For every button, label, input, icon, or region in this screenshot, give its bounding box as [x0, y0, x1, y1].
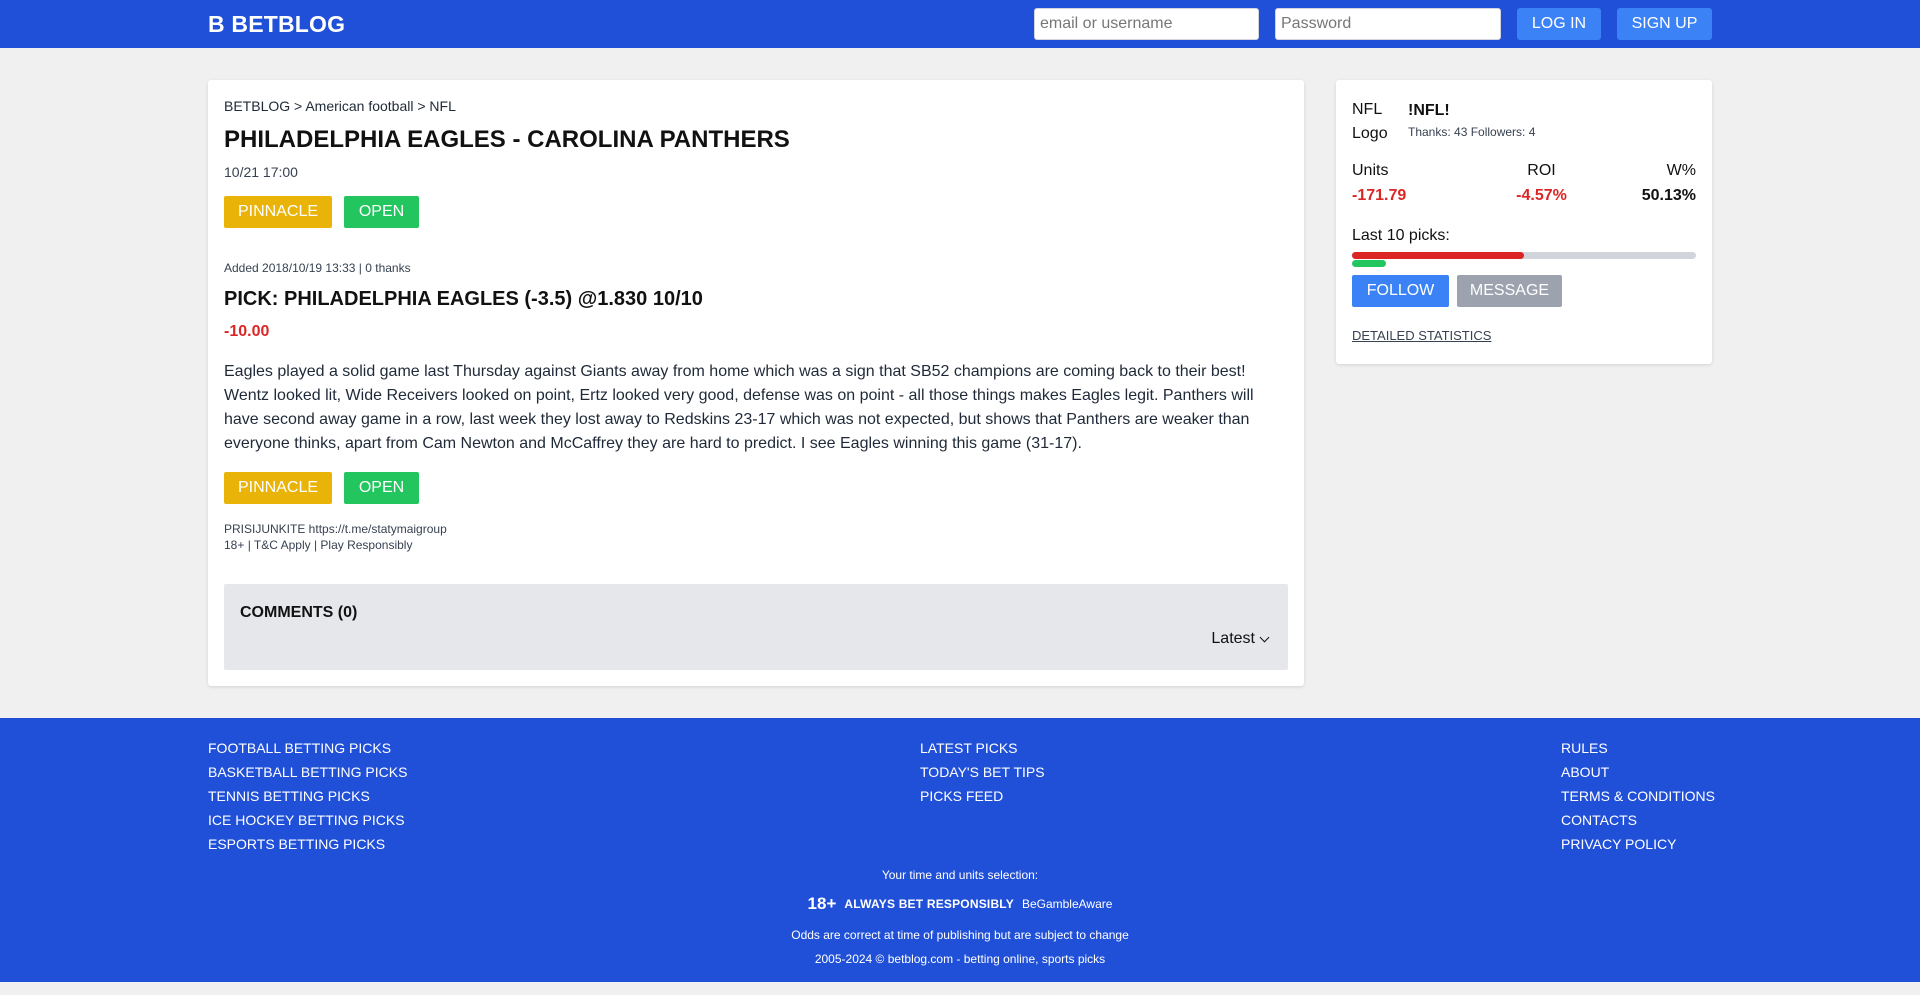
responsible-gambling-row: 18+ ALWAYS BET RESPONSIBLY BeGambleAware	[0, 894, 1920, 914]
footer-link[interactable]: TERMS & CONDITIONS	[1561, 784, 1715, 808]
footer-sports-links: FOOTBALL BETTING PICKS BASKETBALL BETTIN…	[208, 736, 407, 856]
footer-link[interactable]: TODAY'S BET TIPS	[920, 760, 1045, 784]
units-value: -171.79	[1352, 187, 1407, 204]
roi-label: ROI	[1527, 162, 1556, 179]
comments-section: COMMENTS (0) Latest	[224, 584, 1288, 670]
tipster-card: NFL Logo !NFL! Thanks: 43 Followers: 4 U…	[1336, 80, 1712, 364]
tipster-logo: NFL Logo	[1352, 101, 1388, 142]
promo-disclaimer: 18+ | T&C Apply | Play Responsibly	[224, 538, 413, 552]
footer-link[interactable]: FOOTBALL BETTING PICKS	[208, 736, 407, 760]
always-bet-responsibly: ALWAYS BET RESPONSIBLY	[844, 897, 1014, 911]
promo-text: PRISIJUNKITE https://t.me/statymaigroup …	[224, 521, 447, 553]
win-percent-value: 50.13%	[1641, 187, 1696, 204]
promo-line: PRISIJUNKITE https://t.me/statymaigroup	[224, 522, 447, 536]
footer-link[interactable]: BASKETBALL BETTING PICKS	[208, 760, 407, 784]
footer-info-links: RULES ABOUT TERMS & CONDITIONS CONTACTS …	[1561, 736, 1715, 856]
top-navbar: B BETBLOG LOG IN SIGN UP	[0, 0, 1920, 48]
footer-picks-links: LATEST PICKS TODAY'S BET TIPS PICKS FEED	[920, 736, 1045, 808]
age-badge: 18+	[807, 894, 837, 913]
username-input[interactable]	[1034, 8, 1259, 40]
site-logo[interactable]: B BETBLOG	[208, 11, 345, 38]
match-datetime: 10/21 17:00	[224, 164, 298, 180]
begambleaware-logo[interactable]: BeGambleAware	[1022, 897, 1113, 911]
pinnacle-button[interactable]: PINNACLE	[224, 196, 332, 228]
open-button-bottom[interactable]: OPEN	[344, 472, 419, 504]
units-label: Units	[1352, 162, 1389, 179]
pinnacle-button-bottom[interactable]: PINNACLE	[224, 472, 332, 504]
page-bottom-strip	[0, 982, 1920, 995]
sort-label: Latest	[1211, 630, 1255, 647]
last-picks-label: Last 10 picks:	[1352, 227, 1450, 244]
password-input[interactable]	[1275, 8, 1501, 40]
odds-note: Odds are correct at time of publishing b…	[791, 928, 1129, 942]
match-title: PHILADELPHIA EAGLES - CAROLINA PANTHERS	[224, 126, 790, 153]
chevron-down-icon	[1259, 632, 1270, 642]
follow-button[interactable]: FOLLOW	[1352, 275, 1449, 307]
footer-link[interactable]: ICE HOCKEY BETTING PICKS	[208, 808, 407, 832]
last-picks-loss-bar	[1352, 252, 1524, 259]
pick-card: BETBLOG > American football > NFL PHILAD…	[208, 80, 1304, 686]
footer-link[interactable]: ABOUT	[1561, 760, 1715, 784]
tipster-name[interactable]: !NFL!	[1408, 102, 1450, 120]
comments-sort-select[interactable]: Latest	[1211, 630, 1270, 648]
time-units-selection[interactable]: Your time and units selection:	[0, 868, 1920, 882]
detailed-statistics-link[interactable]: DETAILED STATISTICS	[1352, 328, 1491, 343]
footer: FOOTBALL BETTING PICKS BASKETBALL BETTIN…	[0, 718, 1920, 982]
login-button[interactable]: LOG IN	[1517, 8, 1601, 40]
comments-title: COMMENTS (0)	[240, 604, 358, 621]
signup-button[interactable]: SIGN UP	[1617, 8, 1712, 40]
message-button[interactable]: MESSAGE	[1457, 275, 1562, 307]
tipster-meta: Thanks: 43 Followers: 4	[1408, 125, 1536, 139]
footer-link[interactable]: ESPORTS BETTING PICKS	[208, 832, 407, 856]
footer-link[interactable]: PICKS FEED	[920, 784, 1045, 808]
roi-value: -4.57%	[1516, 187, 1567, 204]
last-picks-win-bar	[1352, 260, 1387, 267]
added-meta: Added 2018/10/19 13:33 | 0 thanks	[224, 261, 411, 275]
footer-link[interactable]: RULES	[1561, 736, 1715, 760]
open-button[interactable]: OPEN	[344, 196, 419, 228]
last-picks-bar	[1352, 252, 1696, 259]
copyright: 2005-2024 © betblog.com - betting online…	[814, 952, 1106, 966]
footer-link[interactable]: PRIVACY POLICY	[1561, 832, 1715, 856]
pick-title: PICK: PHILADELPHIA EAGLES (-3.5) @1.830 …	[224, 288, 703, 310]
pick-result-units: -10.00	[224, 323, 270, 340]
footer-link[interactable]: TENNIS BETTING PICKS	[208, 784, 407, 808]
win-percent-label: W%	[1666, 162, 1696, 179]
pick-description: Eagles played a solid game last Thursday…	[224, 363, 1254, 452]
footer-link[interactable]: CONTACTS	[1561, 808, 1715, 832]
breadcrumb[interactable]: BETBLOG > American football > NFL	[224, 98, 456, 114]
footer-link[interactable]: LATEST PICKS	[920, 736, 1045, 760]
